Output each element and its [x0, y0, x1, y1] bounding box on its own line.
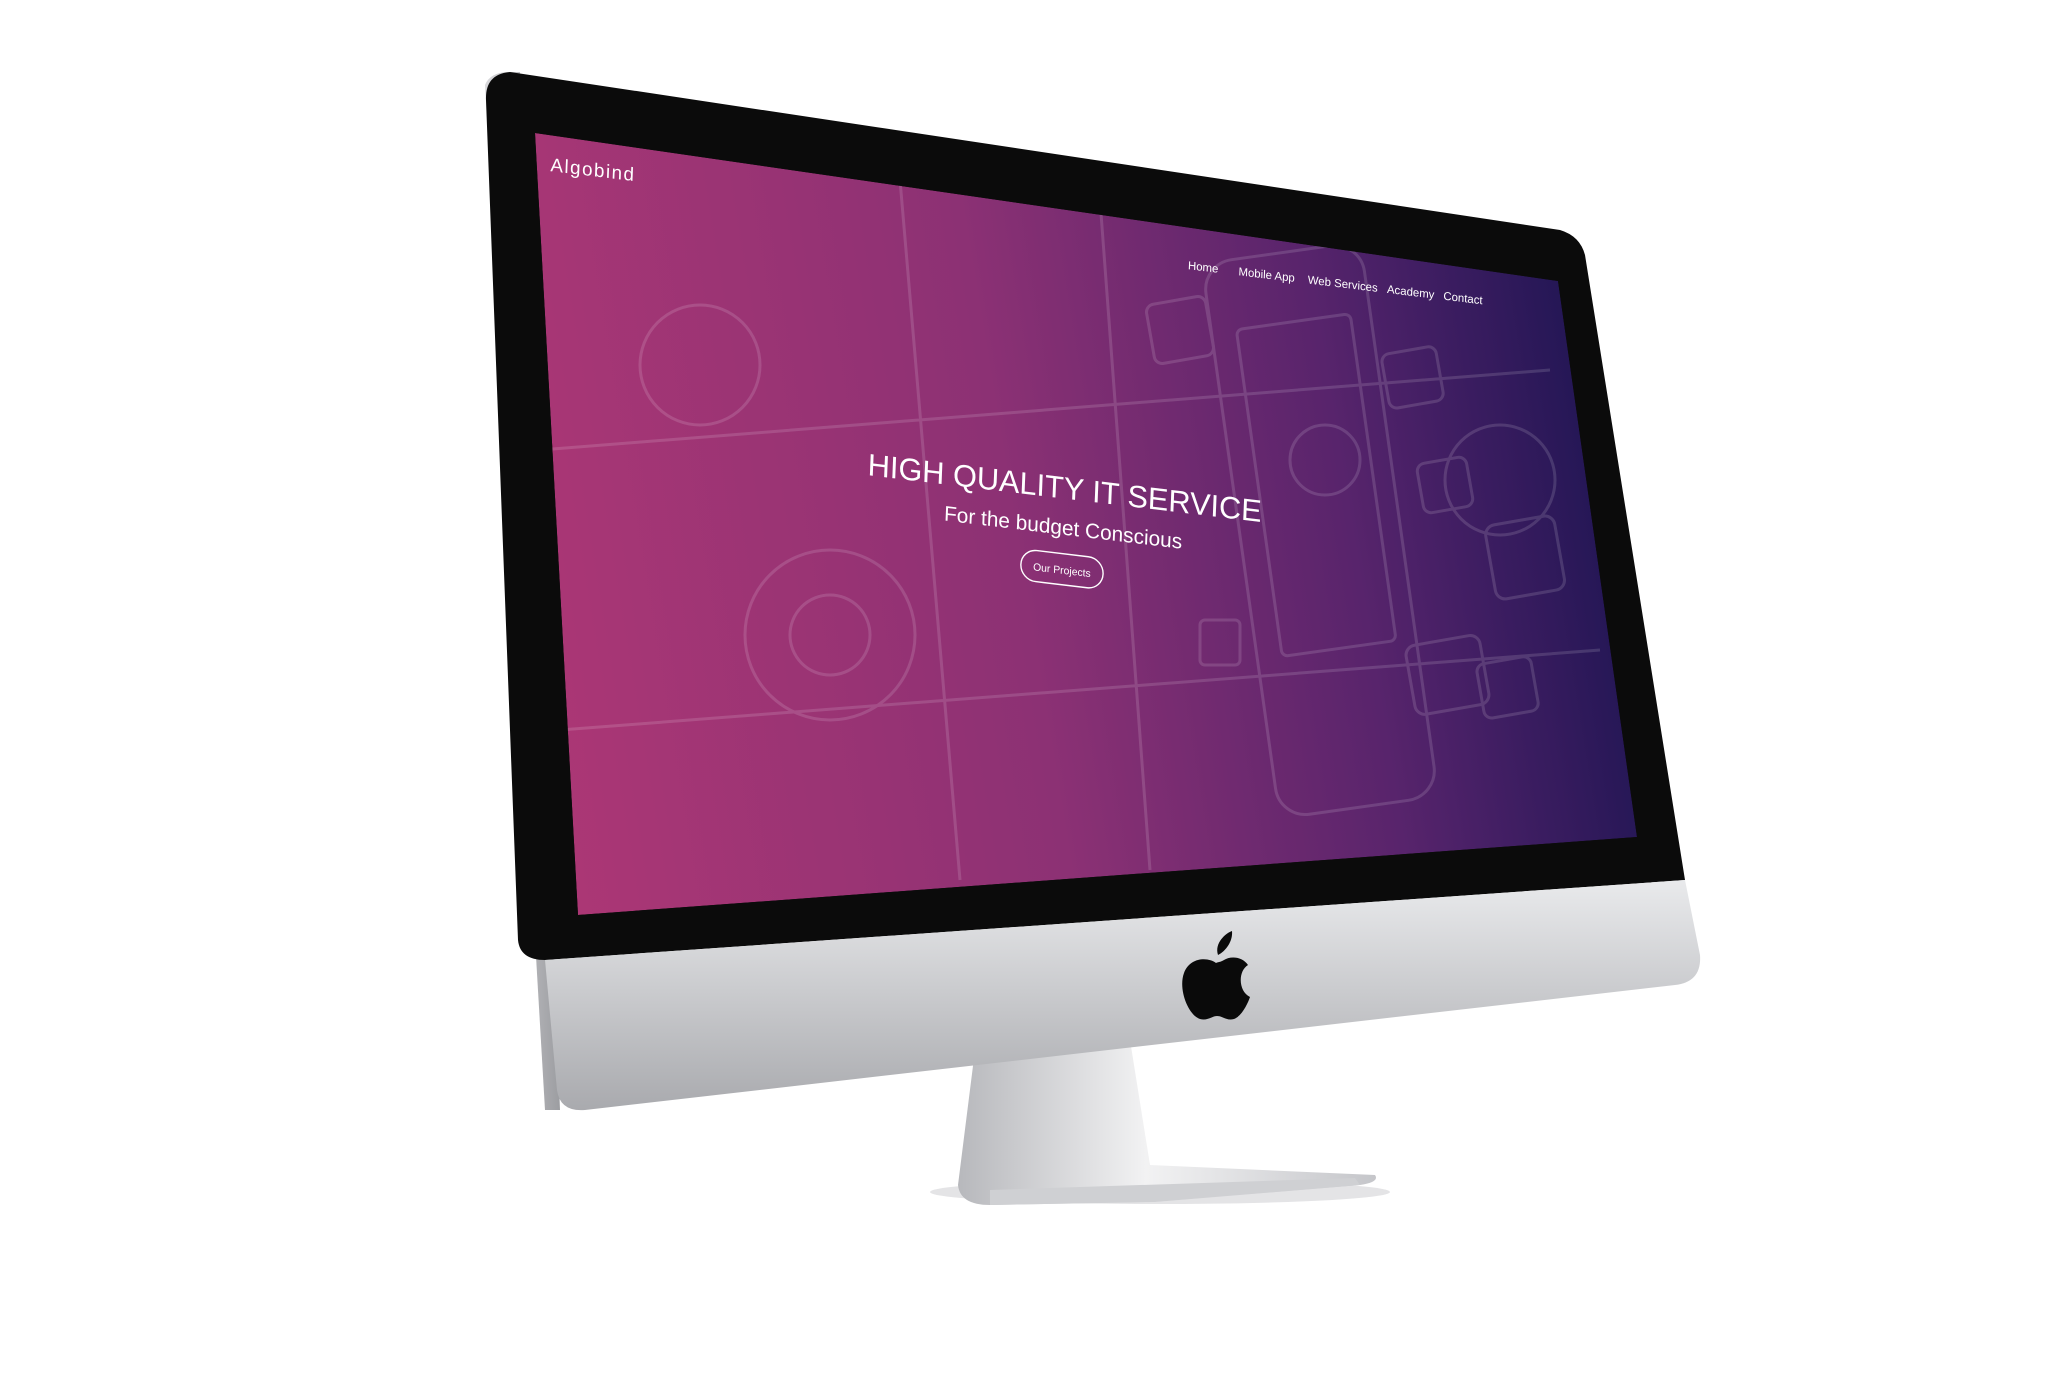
imac-stand: [930, 1040, 1390, 1205]
imac-mockup: Algobind Home Mobile App Web Services Ac…: [0, 0, 2048, 1383]
imac-scene: Algobind Home Mobile App Web Services Ac…: [485, 72, 1701, 1205]
